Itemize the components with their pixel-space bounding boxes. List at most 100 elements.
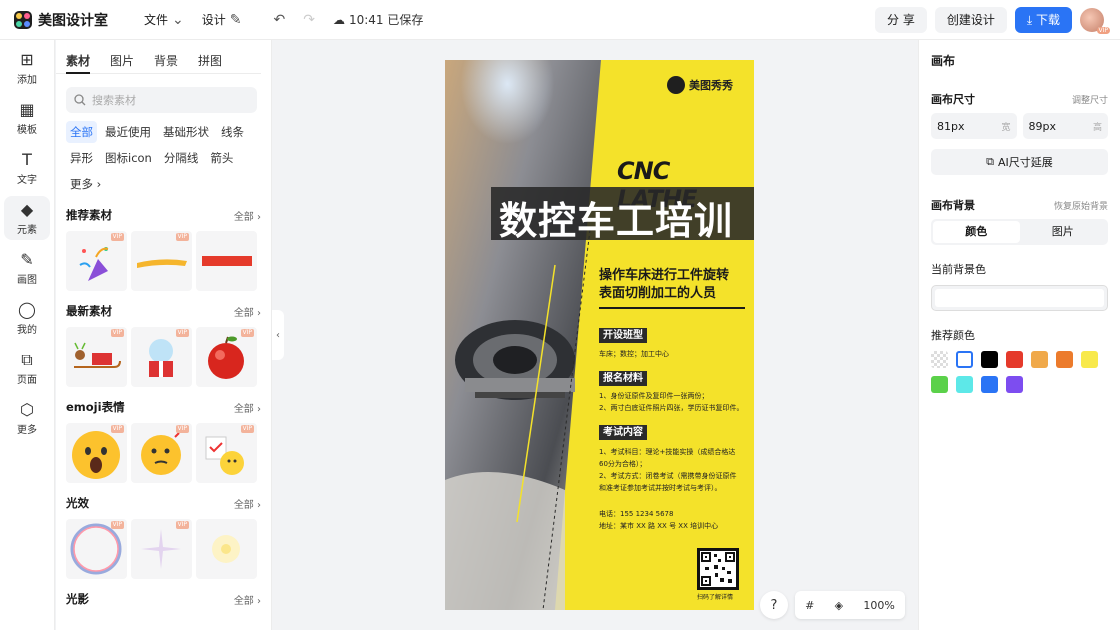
material-item[interactable] bbox=[196, 519, 257, 579]
qr-code[interactable] bbox=[697, 548, 739, 590]
section-emoji: emoji表情 全部 › VIP VIP VIP bbox=[66, 397, 261, 483]
see-all-link[interactable]: 全部 › bbox=[234, 496, 261, 511]
poster-title[interactable]: 数控车工培训 bbox=[499, 190, 733, 245]
file-menu[interactable]: 文件 ⌄ bbox=[144, 11, 184, 28]
tag-dividers[interactable]: 分隔线 bbox=[160, 147, 203, 169]
rail-item-add[interactable]: ⊞ 添加 bbox=[4, 46, 50, 90]
share-button[interactable]: 分 享 bbox=[875, 7, 927, 33]
poster-text[interactable]: 2、考试方式：闭卷考试（需携带身份证原件 bbox=[599, 470, 736, 482]
poster-text[interactable]: 车床；数控；加工中心 bbox=[599, 348, 669, 360]
tag-icons[interactable]: 图标icon bbox=[101, 147, 156, 169]
poster-label-exam[interactable]: 考试内容 bbox=[599, 425, 647, 440]
tag-recent[interactable]: 最近使用 bbox=[101, 121, 155, 143]
color-swatch[interactable] bbox=[931, 376, 948, 393]
rail-item-page[interactable]: ⧉ 页面 bbox=[4, 346, 50, 390]
help-button[interactable]: ? bbox=[760, 591, 788, 619]
design-canvas[interactable]: 美图秀秀 CNC LATHE 数控车工培训 操作车床进行工件旋转 表面切削加工的… bbox=[445, 60, 754, 610]
avatar[interactable]: VIP bbox=[1080, 8, 1110, 34]
ai-resize-button[interactable]: ⧉ AI尺寸延展 bbox=[931, 149, 1108, 175]
poster-brand[interactable]: 美图秀秀 bbox=[667, 76, 733, 94]
cube-icon: ⬡ bbox=[20, 399, 34, 419]
design-menu[interactable]: 设计 ✎ bbox=[202, 11, 242, 28]
poster-text[interactable]: 和准考证参加考试并按时考试与考评）。 bbox=[599, 482, 722, 494]
material-item[interactable]: VIP bbox=[196, 423, 257, 483]
cloud-icon: ☁ bbox=[332, 12, 345, 27]
material-item[interactable]: VIP bbox=[131, 231, 192, 291]
poster-label-classes[interactable]: 开设班型 bbox=[599, 328, 647, 343]
tag-lines[interactable]: 线条 bbox=[217, 121, 248, 143]
material-item[interactable]: VIP bbox=[66, 423, 127, 483]
search-input[interactable]: 搜索素材 bbox=[66, 87, 257, 113]
download-button[interactable]: ⤓ 下载 bbox=[1014, 7, 1072, 33]
color-swatch[interactable] bbox=[981, 351, 998, 368]
poster-text[interactable]: 60分为合格）； bbox=[599, 458, 646, 470]
tab-image[interactable]: 图片 bbox=[1020, 221, 1107, 243]
color-swatch[interactable] bbox=[1006, 376, 1023, 393]
ai-resize-label: AI尺寸延展 bbox=[998, 156, 1053, 169]
color-swatch[interactable] bbox=[1006, 351, 1023, 368]
rail-item-text[interactable]: T 文字 bbox=[4, 146, 50, 190]
qr-caption: 扫码了解详情 bbox=[697, 594, 734, 601]
poster-contact[interactable]: 电话：155 1234 5678 bbox=[599, 508, 673, 520]
tag-irregular[interactable]: 异形 bbox=[66, 147, 97, 169]
tag-arrows[interactable]: 箭头 bbox=[206, 147, 237, 169]
poster-text[interactable]: 2、两寸白底证件照片四张，学历证书复印件。 bbox=[599, 402, 743, 414]
tag-all[interactable]: 全部 bbox=[66, 121, 97, 143]
tag-more-label: 更多 bbox=[70, 177, 93, 191]
reset-bg-link[interactable]: 恢复原始背景 bbox=[1054, 199, 1108, 212]
color-swatch[interactable] bbox=[1081, 351, 1098, 368]
current-bg-color[interactable] bbox=[931, 285, 1108, 311]
material-item[interactable]: VIP bbox=[66, 519, 127, 579]
zoom-level[interactable]: 100% bbox=[863, 599, 894, 612]
undo-icon[interactable]: ↶ bbox=[274, 12, 286, 28]
collapse-panel-button[interactable]: ‹ bbox=[272, 310, 284, 360]
adjust-size-link[interactable]: 调整尺寸 bbox=[1072, 93, 1108, 106]
material-item[interactable]: VIP bbox=[131, 423, 192, 483]
grid-icon[interactable]: # bbox=[805, 599, 814, 612]
tab-collage[interactable]: 拼图 bbox=[198, 52, 222, 74]
tab-material[interactable]: 素材 bbox=[66, 52, 91, 74]
rail-item-mine[interactable]: ◯ 我的 bbox=[4, 296, 50, 340]
see-all-link[interactable]: 全部 › bbox=[234, 400, 261, 415]
see-all-link[interactable]: 全部 › bbox=[234, 592, 261, 607]
color-swatch[interactable] bbox=[1056, 351, 1073, 368]
material-item[interactable]: VIP bbox=[131, 327, 192, 387]
section-recommended: 推荐素材 全部 › VIP VIP bbox=[66, 205, 261, 291]
poster-text[interactable]: 1、考试科目：理论+技能实操（成绩合格达 bbox=[599, 446, 735, 458]
height-field[interactable]: 89px 高 bbox=[1022, 113, 1108, 139]
poster-label-materials[interactable]: 报名材料 bbox=[599, 371, 647, 386]
poster-subtitle[interactable]: 操作车床进行工件旋转 表面切削加工的人员 bbox=[599, 267, 745, 309]
tag-basic-shapes[interactable]: 基础形状 bbox=[159, 121, 213, 143]
material-item[interactable]: VIP bbox=[66, 327, 127, 387]
color-swatch[interactable] bbox=[981, 376, 998, 393]
width-field[interactable]: 81px 宽 bbox=[931, 113, 1017, 139]
see-all-link[interactable]: 全部 › bbox=[234, 304, 261, 319]
glow-icon bbox=[212, 535, 240, 563]
rail-item-more[interactable]: ⬡ 更多 bbox=[4, 396, 50, 440]
see-all-link[interactable]: 全部 › bbox=[234, 208, 261, 223]
create-design-button[interactable]: 创建设计 bbox=[934, 7, 1007, 33]
rail-item-draw[interactable]: ✎ 画图 bbox=[4, 246, 50, 290]
layers-icon[interactable]: ◈ bbox=[835, 599, 843, 612]
tab-background[interactable]: 背景 bbox=[154, 52, 178, 74]
color-swatch[interactable] bbox=[1031, 351, 1048, 368]
transparent-swatch[interactable] bbox=[931, 351, 948, 368]
tab-image[interactable]: 图片 bbox=[110, 52, 134, 74]
material-item[interactable]: VIP bbox=[66, 231, 127, 291]
material-item[interactable] bbox=[196, 231, 257, 291]
tag-more[interactable]: 更多 › bbox=[66, 173, 105, 195]
height-unit: 高 bbox=[1092, 122, 1102, 133]
tab-color[interactable]: 颜色 bbox=[933, 221, 1020, 243]
poster-contact[interactable]: 地址：某市 XX 路 XX 号 XX 培训中心 bbox=[599, 520, 718, 532]
app-logo[interactable]: 美图设计室 bbox=[14, 10, 108, 30]
redo-icon[interactable]: ↷ bbox=[303, 12, 315, 28]
rail-item-template[interactable]: ▦ 模板 bbox=[4, 96, 50, 140]
material-item[interactable]: VIP bbox=[196, 327, 257, 387]
material-item[interactable]: VIP bbox=[131, 519, 192, 579]
color-swatch[interactable] bbox=[956, 351, 973, 368]
color-swatch[interactable] bbox=[956, 376, 973, 393]
poster-text[interactable]: 1、身份证原件及复印件一张两份； bbox=[599, 390, 708, 402]
rail-item-elements[interactable]: ◆ 元素 bbox=[4, 196, 50, 240]
color-swatches bbox=[931, 351, 1111, 393]
vip-badge: VIP bbox=[175, 521, 189, 529]
